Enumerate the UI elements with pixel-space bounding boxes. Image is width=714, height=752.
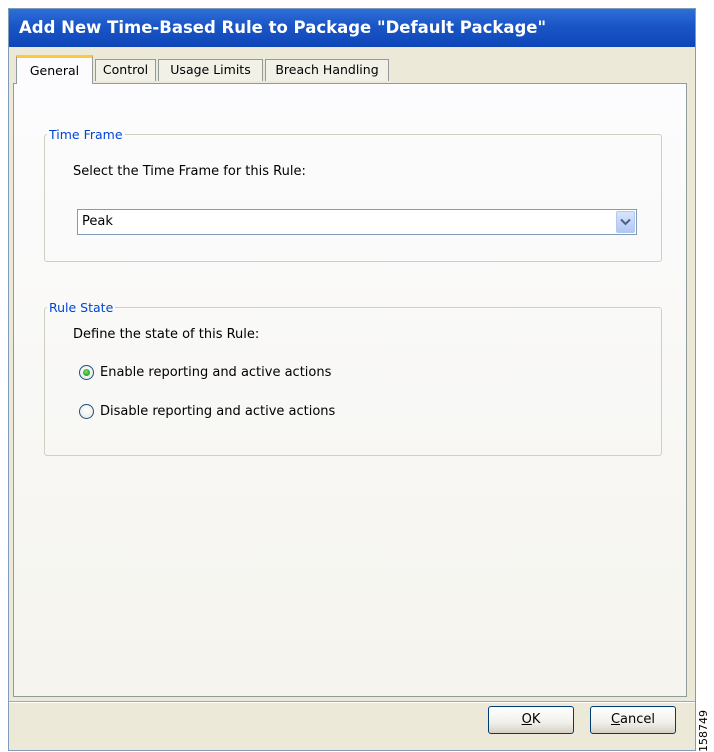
enable-reporting-label: Enable reporting and active actions [100, 365, 332, 380]
time-frame-group: Time Frame Select the Time Frame for thi… [44, 127, 662, 262]
rule-state-group: Rule State Define the state of this Rule… [44, 300, 662, 456]
tab-control[interactable]: Control [95, 59, 156, 81]
cancel-button[interactable]: Cancel [590, 706, 676, 734]
radio-selected-icon[interactable] [79, 365, 94, 380]
time-frame-selected-value: Peak [82, 214, 113, 229]
time-frame-prompt: Select the Time Frame for this Rule: [73, 164, 306, 179]
dialog-window: Add New Time-Based Rule to Package "Defa… [8, 8, 696, 751]
disable-reporting-label: Disable reporting and active actions [100, 404, 336, 419]
time-frame-select[interactable]: Peak [77, 209, 637, 235]
title-bar[interactable]: Add New Time-Based Rule to Package "Defa… [9, 9, 695, 47]
radio-unselected-icon[interactable] [79, 404, 94, 419]
window-title: Add New Time-Based Rule to Package "Defa… [19, 18, 547, 37]
rule-state-legend: Rule State [49, 300, 114, 315]
ok-button[interactable]: OK [488, 706, 574, 734]
time-frame-legend: Time Frame [49, 127, 123, 142]
ok-mnemonic: O [521, 712, 532, 727]
cancel-mnemonic: C [610, 712, 621, 727]
ok-label-rest: K [531, 712, 541, 727]
tab-breach-handling[interactable]: Breach Handling [265, 59, 389, 81]
tab-usage-limits[interactable]: Usage Limits [158, 59, 263, 81]
figure-id: 158749 [697, 710, 710, 752]
tab-panel-general: Time Frame Select the Time Frame for thi… [13, 83, 687, 697]
chevron-down-icon [620, 218, 631, 226]
rule-state-prompt: Define the state of this Rule: [73, 327, 260, 342]
footer-divider [9, 701, 695, 703]
dropdown-button[interactable] [616, 211, 635, 233]
tab-general[interactable]: General [16, 55, 93, 84]
cancel-label-rest: ancel [620, 712, 656, 727]
